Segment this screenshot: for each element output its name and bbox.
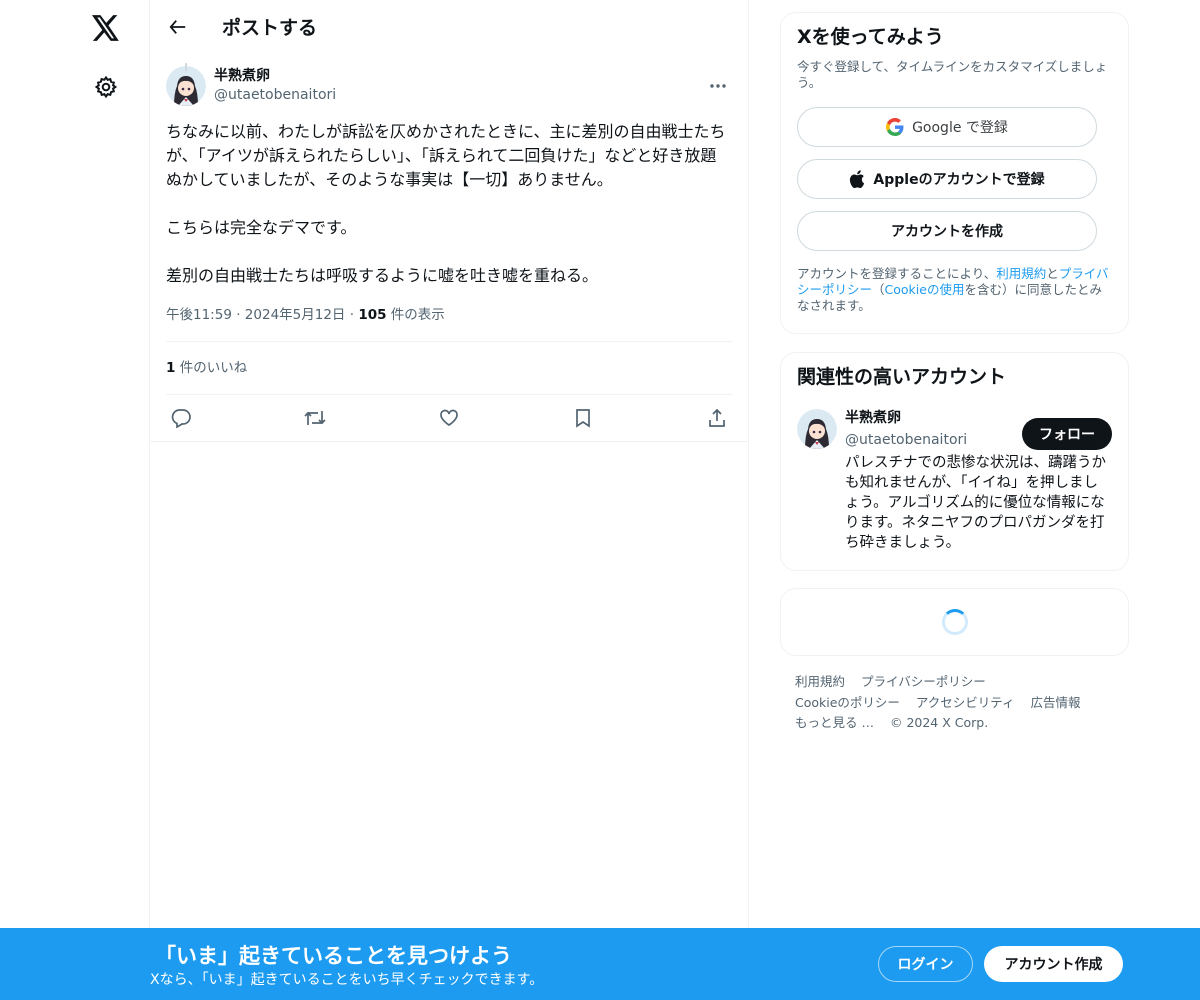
- signup-card: Xを使ってみよう 今すぐ登録して、タイムラインをカスタマイズしましょう。 Goo…: [780, 12, 1129, 334]
- login-button[interactable]: ログイン: [878, 946, 973, 982]
- terms-and: と: [1046, 266, 1059, 281]
- post: 半熟煮卵 @utaetobenaitori ちなみに以前、わたしが訴訟を仄めかさ…: [150, 63, 748, 328]
- back-arrow-icon[interactable]: [164, 13, 192, 41]
- footer-links: 利用規約 プライバシーポリシー Cookieのポリシー アクセシビリティ 広告情…: [780, 672, 1129, 734]
- post-date[interactable]: 2024年5月12日: [245, 307, 346, 323]
- google-signup-button[interactable]: Google で登録: [797, 107, 1097, 147]
- likes-summary[interactable]: 1 件のいいね: [150, 342, 748, 394]
- apple-signup-label: Appleのアカウントで登録: [873, 172, 1045, 188]
- like-icon[interactable]: [438, 407, 460, 429]
- likes-label: 件のいいね: [179, 360, 248, 376]
- related-title: 関連性の高いアカウント: [797, 366, 1007, 388]
- google-signup-label: Google で登録: [912, 120, 1008, 136]
- apple-signup-button[interactable]: Appleのアカウントで登録: [797, 159, 1097, 199]
- terms-link[interactable]: 利用規約: [996, 266, 1046, 281]
- related-bio: パレスチナでの悲惨な状況は、躊躇うかも知れませんが、「イイね」を押しましょう。ア…: [845, 455, 1106, 551]
- loading-spinner-icon: [941, 609, 968, 635]
- footer-link[interactable]: 広告情報: [1031, 695, 1081, 710]
- top-bar: ポストする: [150, 0, 748, 53]
- signup-subtitle: 今すぐ登録して、タイムラインをカスタマイズしましょう。: [797, 59, 1108, 90]
- main-column: ポストする 半熟煮卵 @utaetobenaitori ちなみに以前、わたしが訴…: [150, 0, 749, 1000]
- page-title: ポストする: [222, 17, 318, 39]
- reply-icon[interactable]: [170, 407, 192, 429]
- footer-link[interactable]: プライバシーポリシー: [861, 674, 986, 689]
- terms-paren: （: [872, 282, 885, 297]
- related-accounts-card: 関連性の高いアカウント 半熟煮卵 @utaetobenaitori パレスチナで…: [780, 352, 1129, 571]
- copyright: © 2024 X Corp.: [889, 715, 989, 730]
- create-account-label: アカウントを作成: [891, 224, 1003, 240]
- thread-line: [185, 63, 187, 71]
- footer-link[interactable]: 利用規約: [795, 674, 845, 689]
- banner-title: 「いま」起きていることを見つけよう: [155, 944, 512, 968]
- cookie-link[interactable]: Cookieの使用: [885, 282, 965, 297]
- views-count: 105: [358, 307, 387, 323]
- x-logo-icon[interactable]: [86, 8, 126, 48]
- follow-button[interactable]: フォロー: [1022, 418, 1112, 450]
- post-time[interactable]: 午後11:59: [166, 307, 232, 323]
- terms-prefix: アカウントを登録することにより、: [797, 266, 997, 281]
- footer-link[interactable]: アクセシビリティ: [916, 695, 1015, 710]
- post-meta: 午後11:59 · 2024年5月12日 · 105 件の表示: [166, 302, 732, 328]
- more-icon[interactable]: [704, 72, 732, 100]
- author-handle[interactable]: @utaetobenaitori: [214, 86, 336, 105]
- author-name[interactable]: 半熟煮卵: [214, 67, 336, 86]
- terms-text: アカウントを登録することにより、利用規約とプライバシーポリシー（Cookieの使…: [797, 266, 1112, 314]
- post-author: 半熟煮卵 @utaetobenaitori: [166, 64, 732, 108]
- footer-link[interactable]: Cookieのポリシー: [795, 695, 900, 710]
- avatar[interactable]: [166, 66, 206, 106]
- right-sidebar: Xを使ってみよう 今すぐ登録して、タイムラインをカスタマイズしましょう。 Goo…: [780, 12, 1129, 734]
- signup-button[interactable]: アカウント作成: [984, 946, 1123, 982]
- retweet-icon[interactable]: [304, 407, 326, 429]
- left-nav: [0, 0, 150, 1000]
- likes-count: 1: [166, 360, 176, 376]
- signup-banner: 「いま」起きていることを見つけよう Xなら、「いま」起きていることをいち早くチェ…: [0, 928, 1200, 1000]
- post-text: ちなみに以前、わたしが訴訟を仄めかされたときに、主に差別の自由戦士たちが、「アイ…: [166, 122, 726, 285]
- banner-subtitle: Xなら、「いま」起きていることをいち早くチェックできます。: [150, 972, 544, 988]
- views-label: 件の表示: [390, 307, 445, 323]
- meta-separator: ·: [236, 307, 241, 323]
- footer-link[interactable]: もっと見る …: [795, 715, 874, 730]
- share-icon[interactable]: [706, 407, 728, 429]
- signup-title: Xを使ってみよう: [797, 26, 944, 48]
- bookmark-icon[interactable]: [572, 407, 594, 429]
- google-icon: [886, 118, 904, 136]
- create-account-button[interactable]: アカウントを作成: [797, 211, 1097, 251]
- meta-separator: ·: [349, 307, 355, 323]
- loading-card: [780, 588, 1129, 656]
- gear-icon[interactable]: [86, 67, 126, 107]
- post-actions: [150, 395, 748, 442]
- avatar[interactable]: [797, 409, 837, 449]
- apple-icon: [849, 170, 865, 188]
